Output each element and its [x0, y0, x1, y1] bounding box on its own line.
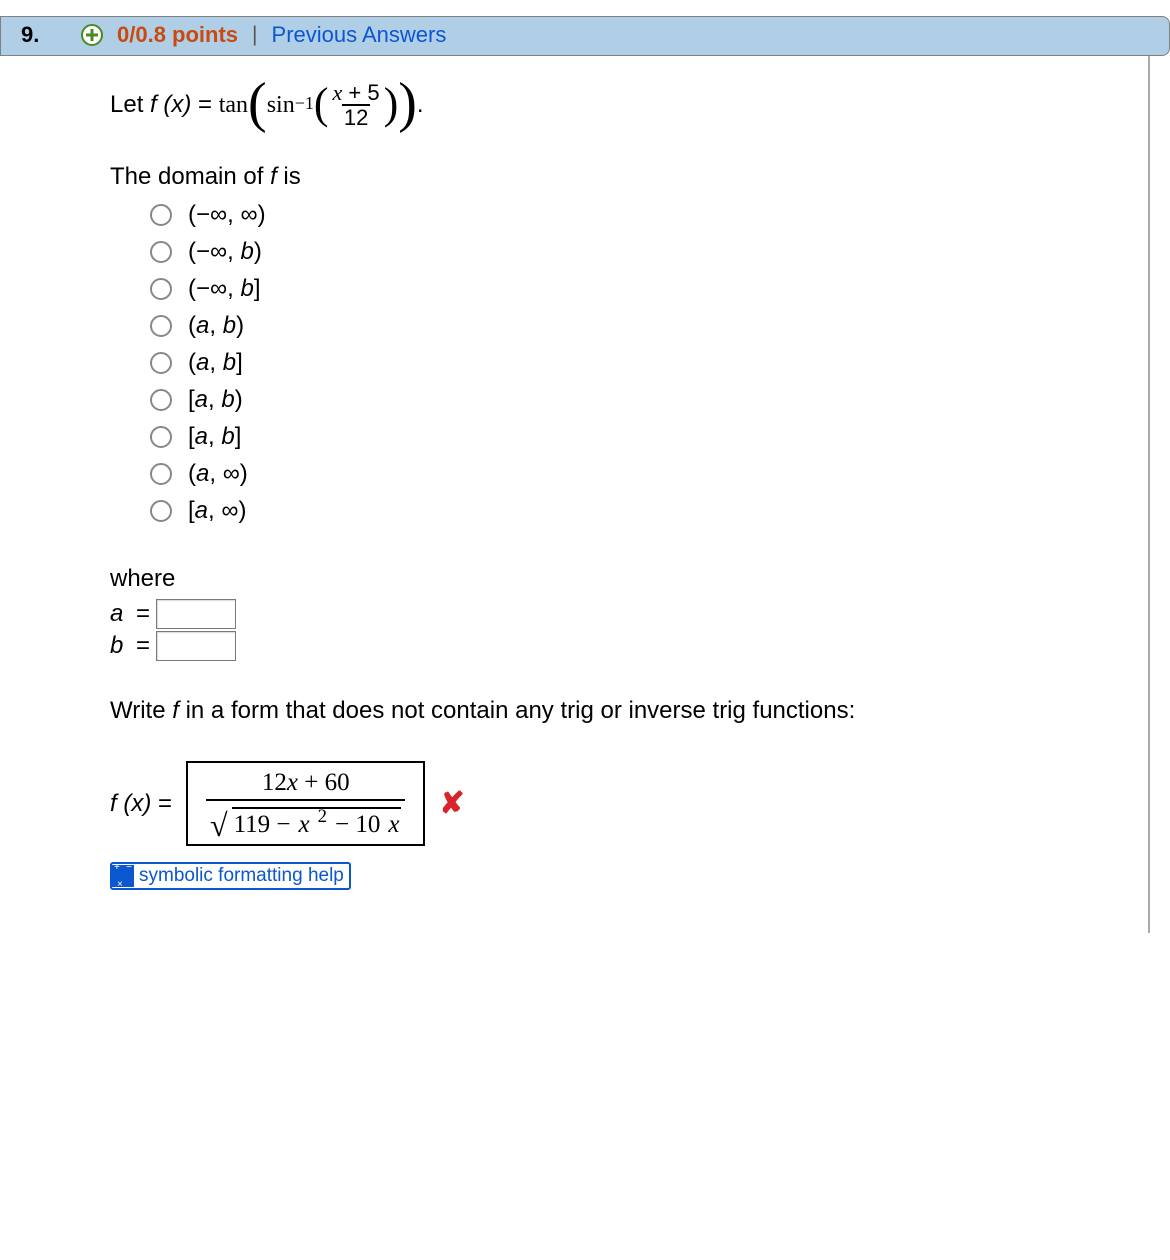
inverse-exp: −1 — [295, 93, 314, 114]
let-text: Let — [110, 91, 150, 118]
plus-icon[interactable] — [81, 24, 103, 46]
option-4[interactable]: (a, b) — [150, 312, 1108, 340]
b-row: b = — [110, 631, 1108, 661]
radio-icon[interactable] — [150, 463, 172, 485]
question-body: Let f (x) = tan ( sin −1 ( x + 5 12 ) ) … — [0, 56, 1150, 933]
symbolic-help-button[interactable]: − symbolic formatting help — [110, 862, 351, 890]
sin: sin — [267, 92, 295, 119]
radio-icon[interactable] — [150, 278, 172, 300]
b-label: b — [110, 632, 130, 660]
domain-prompt: The domain of f is — [110, 163, 1108, 191]
radio-icon[interactable] — [150, 426, 172, 448]
option-label: (−∞, ∞) — [188, 201, 266, 229]
answer-input[interactable]: 12x + 60 √ 119 − x2 − 10x — [186, 761, 425, 846]
fx-label: f (x) — [150, 91, 191, 118]
domain-options: (−∞, ∞) (−∞, b) (−∞, b] (a, b) (a, b] [a… — [150, 201, 1108, 525]
option-1[interactable]: (−∞, ∞) — [150, 201, 1108, 229]
option-6[interactable]: [a, b) — [150, 386, 1108, 414]
option-9[interactable]: [a, ∞) — [150, 497, 1108, 525]
eq: = — [151, 790, 172, 817]
option-label: [a, b] — [188, 423, 241, 451]
eq-sign: = — [191, 91, 218, 118]
rewrite-prompt: Write f in a form that does not contain … — [110, 697, 1108, 725]
previous-answers-link[interactable]: Previous Answers — [272, 22, 447, 48]
where-label: where — [110, 565, 1108, 593]
sqrt-icon: √ — [210, 807, 228, 844]
where-block: where a = b = — [110, 565, 1108, 661]
math-ops-icon: − — [112, 865, 134, 887]
points-label: 0/0.8 points — [117, 22, 238, 48]
option-2[interactable]: (−∞, b) — [150, 238, 1108, 266]
option-label: [a, b) — [188, 386, 243, 414]
option-label: [a, ∞) — [188, 497, 246, 525]
option-label: (a, ∞) — [188, 460, 248, 488]
option-label: (−∞, b] — [188, 275, 260, 303]
option-7[interactable]: [a, b] — [150, 423, 1108, 451]
a-input[interactable] — [156, 599, 236, 629]
a-row: a = — [110, 599, 1108, 629]
fx-label: f (x) — [110, 790, 151, 817]
option-label: (a, b) — [188, 312, 244, 340]
eq: = — [136, 632, 150, 660]
option-3[interactable]: (−∞, b] — [150, 275, 1108, 303]
fraction: x + 5 12 — [331, 82, 382, 129]
formula: tan ( sin −1 ( x + 5 12 ) ) — [219, 82, 417, 129]
radio-icon[interactable] — [150, 315, 172, 337]
option-8[interactable]: (a, ∞) — [150, 460, 1108, 488]
eq: = — [136, 600, 150, 628]
question-number: 9. — [21, 22, 67, 48]
option-5[interactable]: (a, b] — [150, 349, 1108, 377]
answer-fraction: 12x + 60 √ 119 − x2 − 10x — [206, 769, 405, 840]
divider: | — [252, 23, 257, 47]
radio-icon[interactable] — [150, 204, 172, 226]
question-header: 9. 0/0.8 points | Previous Answers — [0, 16, 1170, 56]
b-input[interactable] — [156, 631, 236, 661]
radio-icon[interactable] — [150, 352, 172, 374]
help-label: symbolic formatting help — [134, 864, 349, 888]
frac-den: 12 — [342, 104, 370, 129]
answer-row: f (x) = 12x + 60 √ 119 − x2 − 10x ✘ — [110, 761, 1108, 846]
radio-icon[interactable] — [150, 389, 172, 411]
radio-icon[interactable] — [150, 241, 172, 263]
option-label: (−∞, b) — [188, 238, 262, 266]
radio-icon[interactable] — [150, 500, 172, 522]
incorrect-icon: ✘ — [439, 786, 464, 821]
period: . — [417, 91, 424, 118]
tan: tan — [219, 92, 248, 119]
option-label: (a, b] — [188, 349, 243, 377]
problem-statement: Let f (x) = tan ( sin −1 ( x + 5 12 ) ) … — [110, 82, 1108, 129]
a-label: a — [110, 600, 130, 628]
